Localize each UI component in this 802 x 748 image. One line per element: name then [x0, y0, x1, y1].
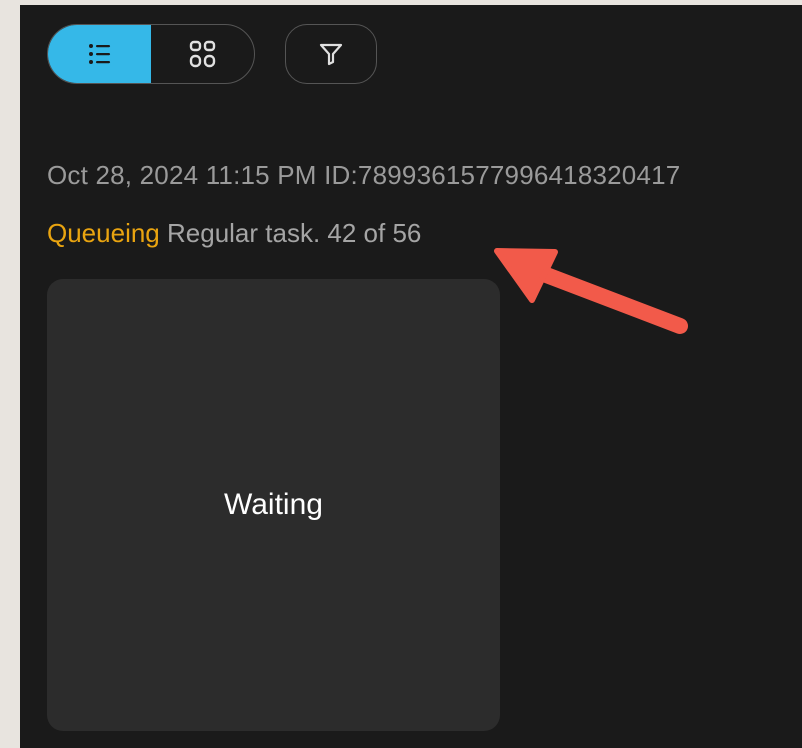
- view-mode-toggle: [47, 24, 255, 84]
- task-meta: Oct 28, 2024 11:15 PM ID:789936157799641…: [47, 160, 680, 191]
- grid-icon: [189, 40, 215, 68]
- list-icon: [88, 44, 110, 64]
- grid-view-button[interactable]: [151, 25, 254, 83]
- list-view-button[interactable]: [48, 25, 151, 83]
- task-datetime: Oct 28, 2024 11:15 PM: [47, 160, 317, 190]
- task-progress-text: Regular task. 42 of 56: [167, 218, 422, 248]
- preview-status-label: Waiting: [224, 488, 323, 521]
- task-preview-card[interactable]: Waiting: [47, 279, 500, 731]
- task-panel: Oct 28, 2024 11:15 PM ID:789936157799641…: [20, 5, 802, 748]
- task-status-line: Queueing Regular task. 42 of 56: [47, 218, 421, 249]
- filter-icon: [319, 43, 343, 66]
- filter-button[interactable]: [285, 24, 377, 84]
- task-id: ID:789936157799641832041‌7: [324, 160, 681, 190]
- status-badge: Queueing: [47, 218, 160, 248]
